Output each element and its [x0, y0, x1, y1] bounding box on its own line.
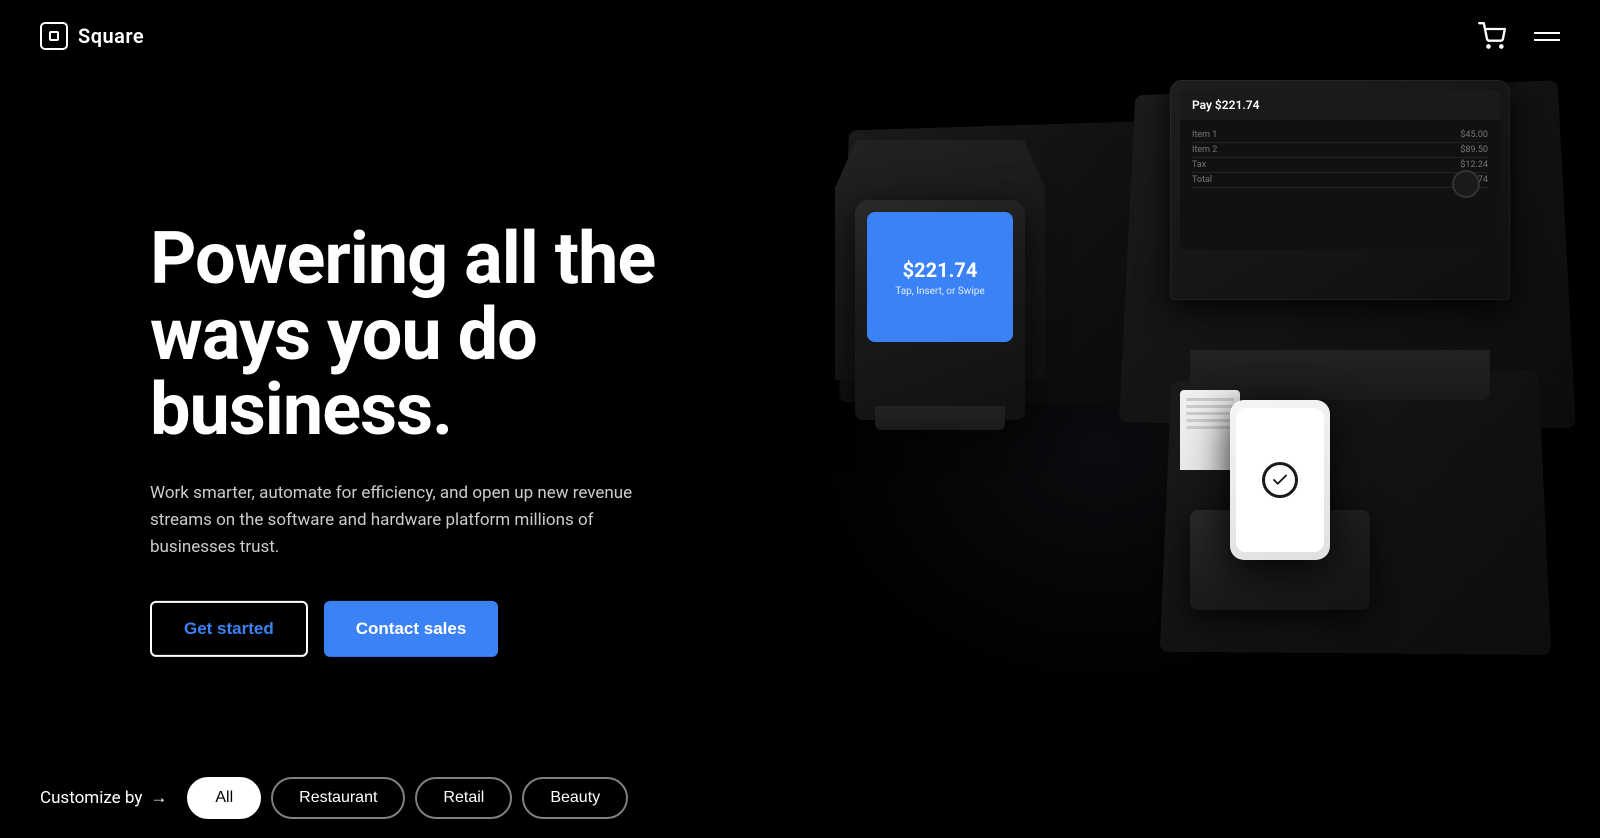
item2-name: Item 2 [1192, 145, 1217, 155]
reader-phone [1230, 400, 1330, 560]
item1-name: Item 1 [1192, 130, 1217, 140]
filter-restaurant[interactable]: Restaurant [271, 777, 405, 819]
customize-label: Customize by → [40, 788, 167, 808]
hero-subtitle: Work smarter, automate for efficiency, a… [150, 480, 670, 562]
tax-price: $12.24 [1460, 160, 1488, 170]
register-display: Pay $221.74 Item 1 $45.00 Item 2 $89.50 … [1170, 80, 1510, 300]
terminal-amount: $221.74 [903, 258, 978, 282]
menu-line-2 [1534, 39, 1560, 41]
item2-price: $89.50 [1460, 145, 1488, 155]
device-register: Pay $221.74 Item 1 $45.00 Item 2 $89.50 … [1110, 80, 1510, 400]
receipt-line-1 [1186, 398, 1234, 401]
item1-price: $45.00 [1460, 130, 1488, 140]
contact-sales-button[interactable]: Contact sales [324, 601, 499, 657]
terminal-body: $221.74 Tap, Insert, or Swipe [855, 200, 1025, 420]
register-line-4: Total $221.74 [1192, 173, 1488, 188]
menu-icon[interactable] [1534, 32, 1560, 41]
nav-actions [1478, 22, 1560, 50]
register-line-3: Tax $12.24 [1192, 158, 1488, 173]
terminal-tap-text: Tap, Insert, or Swipe [895, 286, 984, 297]
total-name: Total [1192, 175, 1212, 185]
receipt-line-5 [1186, 426, 1234, 429]
device-reader [1170, 390, 1450, 610]
filter-retail[interactable]: Retail [415, 777, 512, 819]
register-line-1: Item 1 $45.00 [1192, 128, 1488, 143]
register-line-2: Item 2 $89.50 [1192, 143, 1488, 158]
terminal-screen: $221.74 Tap, Insert, or Swipe [867, 212, 1013, 342]
terminal-stand [875, 406, 1005, 430]
navigation: Square [0, 0, 1600, 72]
hero-section: Powering all the ways you do business. W… [0, 0, 1600, 838]
filter-beauty[interactable]: Beauty [522, 777, 628, 819]
reader-phone-screen [1236, 408, 1324, 552]
hero-devices: $221.74 Tap, Insert, or Swipe Pay $221.7… [740, 0, 1600, 780]
menu-line-1 [1534, 32, 1560, 34]
filter-all[interactable]: All [187, 777, 261, 819]
get-started-button[interactable]: Get started [150, 601, 308, 657]
logo[interactable]: Square [40, 22, 144, 50]
cart-icon[interactable] [1478, 22, 1506, 50]
check-circle-icon [1262, 462, 1298, 498]
customize-bar: Customize by → All Restaurant Retail Bea… [0, 758, 1600, 838]
square-logo-icon [40, 22, 68, 50]
customize-label-text: Customize by [40, 788, 142, 808]
register-button [1452, 170, 1480, 198]
register-screen-header: Pay $221.74 [1180, 90, 1500, 120]
tax-name: Tax [1192, 160, 1206, 170]
customize-arrow: → [150, 788, 167, 808]
filter-pills: All Restaurant Retail Beauty [187, 777, 628, 819]
hero-buttons: Get started Contact sales [150, 601, 770, 657]
checkmark-icon [1271, 471, 1289, 489]
hero-title: Powering all the ways you do business. [150, 221, 770, 448]
receipt-line-2 [1186, 405, 1234, 408]
receipt-line-3 [1186, 412, 1234, 415]
device-terminal: $221.74 Tap, Insert, or Swipe [820, 140, 1060, 420]
hero-content: Powering all the ways you do business. W… [150, 221, 770, 657]
square-logo-inner [49, 31, 59, 41]
logo-text: Square [78, 24, 144, 48]
register-screen: Pay $221.74 Item 1 $45.00 Item 2 $89.50 … [1180, 90, 1500, 250]
receipt-line-4 [1186, 419, 1234, 422]
